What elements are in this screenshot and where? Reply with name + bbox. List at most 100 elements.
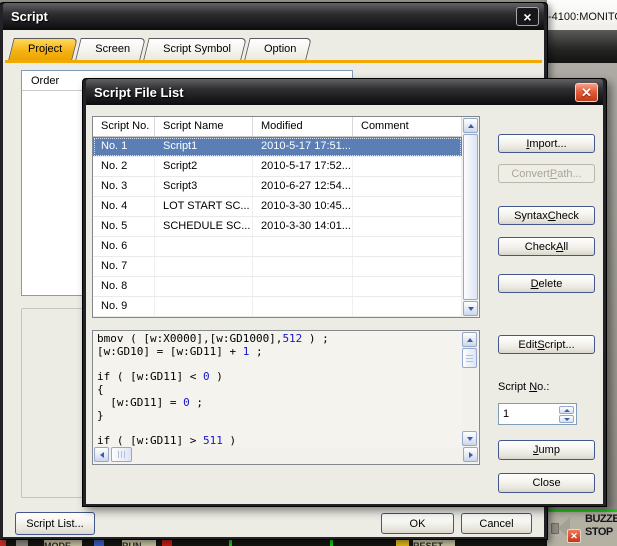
table-cell: No. 8 [93, 277, 155, 296]
buzzer-stop-label: BUZZER STOP [585, 513, 617, 539]
table-cell: No. 9 [93, 297, 155, 316]
mute-x-icon: ✕ [567, 529, 581, 543]
hmi-fragment: RUN [122, 540, 156, 546]
scrollbar-thumb[interactable] [462, 348, 477, 368]
scroll-right-icon[interactable] [463, 447, 478, 462]
table-cell [253, 257, 353, 276]
table-row[interactable]: No. 3Script32010-6-27 12:54... [93, 177, 462, 197]
background-window-dark-band [547, 30, 617, 63]
table-cell: LOT START SC... [155, 197, 253, 216]
file-list-title: Script File List [94, 85, 184, 100]
ok-button[interactable]: OK [381, 513, 454, 534]
tab-screen[interactable]: Screen [78, 38, 143, 60]
tab-option[interactable]: Option [247, 38, 309, 60]
table-cell: No. 7 [93, 257, 155, 276]
background-window-title: -4100:MONITO [548, 11, 617, 23]
hmi-fragment: RESET [413, 540, 455, 546]
table-cell: Script3 [155, 177, 253, 196]
spinner-down-icon[interactable] [559, 415, 574, 423]
scroll-left-icon[interactable] [94, 447, 109, 462]
tab-script-symbol[interactable]: Script Symbol [146, 38, 244, 60]
scroll-up-icon[interactable] [462, 332, 477, 347]
script-no-label: Script No.: [498, 381, 549, 393]
background-window-titlebar: -4100:MONITO [547, 0, 617, 30]
table-row[interactable]: No. 5SCHEDULE SC...2010-3-30 14:01... [93, 217, 462, 237]
table-cell [353, 137, 462, 156]
table-row[interactable]: No. 4LOT START SC...2010-3-30 10:45... [93, 197, 462, 217]
table-cell [155, 237, 253, 256]
column-header-script-name[interactable]: Script Name [155, 117, 253, 136]
table-cell: No. 2 [93, 157, 155, 176]
table-cell [353, 277, 462, 296]
column-header-comment[interactable]: Comment [353, 117, 462, 136]
code-vscrollbar[interactable] [462, 332, 478, 446]
table-row[interactable]: No. 6 [93, 237, 462, 257]
close-icon[interactable]: ✕ [575, 83, 598, 102]
table-cell [155, 297, 253, 316]
hmi-fragment [330, 540, 333, 546]
table-cell: 2010-5-17 17:51... [253, 137, 353, 156]
column-header-script-no[interactable]: Script No. [93, 117, 155, 136]
table-cell: No. 3 [93, 177, 155, 196]
table-cell: No. 4 [93, 197, 155, 216]
scroll-down-icon[interactable] [463, 301, 478, 316]
edit-script-button[interactable]: Edit Script... [498, 335, 595, 354]
table-cell: 2010-5-17 17:52... [253, 157, 353, 176]
close-icon[interactable]: × [516, 7, 539, 26]
code-preview[interactable]: bmov ( [w:X0000],[w:GD1000],512 ) ;[w:GD… [92, 330, 480, 465]
script-no-spinner[interactable]: 1 [498, 403, 577, 425]
scrollbar-thumb[interactable] [463, 134, 478, 300]
table-cell [353, 297, 462, 316]
scroll-down-icon[interactable] [462, 431, 477, 446]
hmi-fragment [229, 540, 232, 546]
tab-project[interactable]: Project [11, 38, 75, 60]
table-row[interactable]: No. 2Script22010-5-17 17:52... [93, 157, 462, 177]
close-button[interactable]: Close [498, 473, 595, 493]
delete-button[interactable]: Delete [498, 274, 595, 293]
syntax-check-button[interactable]: Syntax Check [498, 206, 595, 225]
table-row[interactable]: No. 9 [93, 297, 462, 317]
table-cell: 2010-6-27 12:54... [253, 177, 353, 196]
hmi-bottom-strip: MODE RUN RESET [0, 540, 547, 546]
column-header-modified[interactable]: Modified [253, 117, 353, 136]
script-dialog-titlebar[interactable]: Script × [3, 3, 544, 30]
table-cell [155, 257, 253, 276]
table-cell [353, 257, 462, 276]
check-all-button[interactable]: Check All [498, 237, 595, 256]
table-cell [253, 297, 353, 316]
table-cell [353, 197, 462, 216]
table-row[interactable]: No. 8 [93, 277, 462, 297]
table-cell: SCHEDULE SC... [155, 217, 253, 236]
script-dialog-title: Script [11, 9, 48, 24]
table-cell [353, 237, 462, 256]
script-no-value: 1 [503, 408, 509, 420]
table-cell: No. 5 [93, 217, 155, 236]
script-table-header: Script No. Script Name Modified Comment [93, 117, 462, 137]
spinner-up-icon[interactable] [559, 406, 574, 414]
cancel-button[interactable]: Cancel [461, 513, 532, 534]
file-list-titlebar[interactable]: Script File List ✕ [86, 79, 603, 105]
table-scrollbar[interactable] [462, 117, 479, 317]
scroll-up-icon[interactable] [463, 118, 478, 133]
table-cell: Script2 [155, 157, 253, 176]
table-row[interactable]: No. 7 [93, 257, 462, 277]
table-cell: 2010-3-30 10:45... [253, 197, 353, 216]
scrollbar-thumb[interactable] [111, 447, 132, 462]
hmi-fragment [396, 540, 409, 546]
table-cell: No. 1 [93, 137, 155, 156]
table-cell: Script1 [155, 137, 253, 156]
script-file-list-dialog: Script File List ✕ Script No. Script Nam… [82, 78, 607, 507]
script-table[interactable]: Script No. Script Name Modified Comment … [92, 116, 480, 318]
hmi-fragment: MODE [44, 540, 82, 546]
table-row[interactable]: No. 1Script12010-5-17 17:51... [93, 137, 462, 157]
tab-bar: Project Screen Script Symbol Option [11, 38, 309, 60]
import-button[interactable]: Import... [498, 134, 595, 153]
hmi-buzzer-panel: ✕ BUZZER STOP [547, 512, 617, 546]
code-hscrollbar[interactable] [94, 447, 478, 463]
script-code[interactable]: bmov ( [w:X0000],[w:GD1000],512 ) ;[w:GD… [97, 333, 460, 446]
jump-button[interactable]: Jump [498, 440, 595, 460]
screen: -4100:MONITO ✕ BUZZER STOP MODERUNRESET … [0, 0, 617, 546]
script-table-body: No. 1Script12010-5-17 17:51...No. 2Scrip… [93, 137, 462, 317]
tab-underline [5, 60, 542, 63]
script-list-button[interactable]: Script List... [15, 512, 95, 535]
